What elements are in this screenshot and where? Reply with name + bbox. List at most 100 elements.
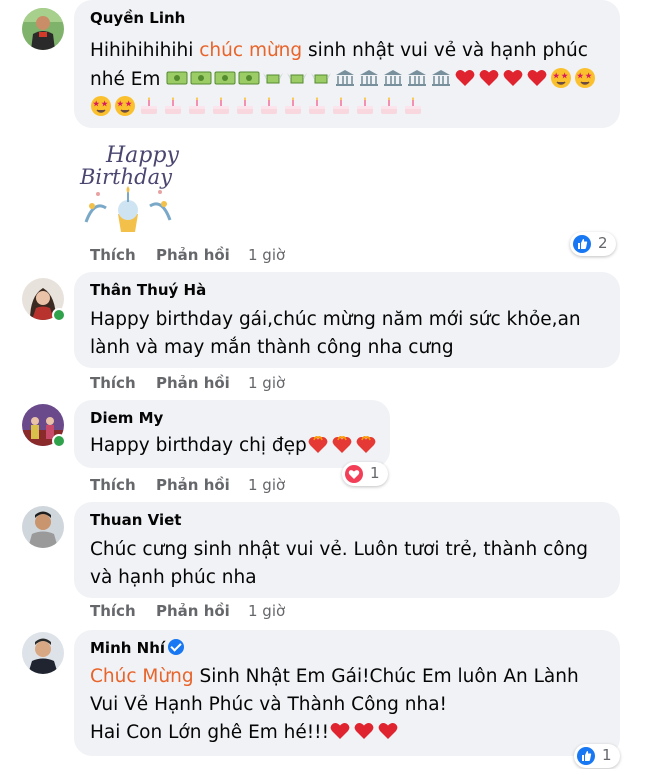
emoji-row [307, 435, 379, 456]
like-link[interactable]: Thích [90, 602, 136, 620]
star-struck-icon [575, 68, 596, 88]
timestamp[interactable]: 1 giờ [248, 476, 285, 494]
money-icon [190, 71, 212, 85]
heart-icon [479, 70, 499, 86]
reaction-summary[interactable]: 1 [342, 462, 388, 486]
comment-text-line: nhé Em [90, 66, 598, 94]
emoji-row [329, 722, 401, 743]
cake-icon [309, 97, 325, 114]
cake-icon [261, 97, 277, 114]
reply-link[interactable]: Phản hồi [156, 476, 230, 494]
money-with-wings-icon [311, 73, 332, 84]
reaction-count: 1 [602, 746, 612, 764]
like-link[interactable]: Thích [90, 476, 136, 494]
reaction-count: 1 [370, 464, 380, 482]
emoji-row [90, 96, 426, 118]
comment-author[interactable]: Thân Thuý Hà [90, 281, 206, 299]
star-struck-icon [115, 96, 135, 116]
cake-icon [237, 97, 253, 114]
highlighted-text: chúc mừng [199, 40, 303, 61]
comment-emoji-line [90, 94, 426, 122]
comment-text-line: Hihihihihihi chúc mừng sinh nhật vui vẻ … [90, 37, 588, 65]
timestamp[interactable]: 1 giờ [248, 374, 285, 392]
heart-on-fire-icon [356, 436, 376, 453]
money-icon [238, 71, 260, 85]
heart-icon [455, 70, 475, 86]
reaction-summary[interactable]: 1 [574, 744, 620, 768]
avatar[interactable] [22, 506, 64, 548]
reply-link[interactable]: Phản hồi [156, 602, 230, 620]
cake-icon [165, 97, 181, 114]
text-segment: Happy birthday chị đẹp [90, 435, 307, 456]
heart-icon [354, 723, 374, 739]
avatar[interactable] [22, 8, 64, 50]
emoji-row [166, 68, 598, 90]
cake-icon [357, 97, 373, 114]
comment-text-line: lành và may mắn thành công nha cưng [90, 337, 454, 358]
author-name: Minh Nhí [90, 639, 166, 657]
like-reaction-icon [573, 235, 591, 253]
reaction-summary[interactable]: 2 [570, 232, 616, 256]
highlighted-text: Chúc Mừng [90, 666, 194, 687]
love-reaction-icon [345, 465, 363, 483]
text-segment: sinh nhật vui vẻ và hạnh phúc [302, 40, 588, 61]
text-segment: Hihihihihihi [90, 40, 200, 61]
like-link[interactable]: Thích [90, 246, 136, 264]
star-struck-icon [551, 68, 572, 88]
reaction-count: 2 [598, 234, 608, 252]
comment-text-line: Vui Vẻ Hạnh Phúc và Thành Công nha! [90, 694, 447, 715]
reply-link[interactable]: Phản hồi [156, 374, 230, 392]
sticker-text-birthday: Birthday [79, 165, 173, 189]
money-with-wings-icon [263, 73, 284, 84]
comment-text-line: Chúc Mừng Sinh Nhật Em Gái!Chúc Em luôn … [90, 663, 579, 691]
comment-bubble: Thuan Viet Chúc cưng sinh nhật vui vẻ. L… [74, 502, 620, 598]
reply-link[interactable]: Phản hồi [156, 246, 230, 264]
star-struck-icon [91, 96, 111, 116]
comment-text-line: Chúc cưng sinh nhật vui vẻ. Luôn tươi tr… [90, 539, 589, 560]
like-reaction-icon [577, 747, 595, 765]
money-icon [214, 71, 236, 85]
comment-author[interactable]: Diem My [90, 409, 163, 427]
cake-icon [141, 97, 157, 114]
bank-icon [384, 70, 403, 86]
bank-icon [432, 70, 451, 86]
heart-on-fire-icon [308, 436, 328, 453]
timestamp[interactable]: 1 giờ [248, 246, 285, 264]
timestamp[interactable]: 1 giờ [248, 602, 285, 620]
bank-icon [336, 70, 355, 86]
text-segment: Hai Con Lớn ghê Em hé!!! [90, 722, 330, 743]
text-segment: nhé Em [90, 69, 161, 90]
cake-icon [285, 97, 301, 114]
heart-icon [330, 723, 350, 739]
comment-text-line: và hạnh phúc nha [90, 567, 257, 588]
comment-bubble: Diem My Happy birthday chị đẹp [74, 400, 390, 468]
money-icon [166, 71, 188, 85]
cake-icon [213, 97, 229, 114]
comment-bubble: Quyền Linh Hihihihihihi chúc mừng sinh n… [74, 0, 620, 128]
comment-text-line: Hai Con Lớn ghê Em hé!!! [90, 719, 401, 747]
birthday-sticker[interactable]: Happy Birthday [76, 136, 180, 238]
text-segment: Sinh Nhật Em Gái!Chúc Em luôn An Lành [193, 666, 579, 687]
comment-author[interactable]: Minh Nhí [90, 639, 185, 657]
comment-author[interactable]: Quyền Linh [90, 9, 185, 27]
comment-bubble: Thân Thuý Hà Happy birthday gái,chúc mừn… [74, 272, 620, 368]
comment-bubble: Minh Nhí Chúc Mừng Sinh Nhật Em Gái!Chúc… [74, 630, 620, 756]
heart-on-fire-icon [332, 436, 352, 453]
bank-icon [408, 70, 427, 86]
money-with-wings-icon [287, 73, 308, 84]
comment-text-line: Happy birthday chị đẹp [90, 432, 379, 460]
cake-icon [381, 97, 397, 114]
cake-icon [405, 97, 421, 114]
bank-icon [360, 70, 379, 86]
verified-badge-icon [168, 639, 185, 655]
like-link[interactable]: Thích [90, 374, 136, 392]
heart-icon [527, 70, 547, 86]
heart-icon [503, 70, 523, 86]
comment-text-line: Happy birthday gái,chúc mừng năm mới sức… [90, 309, 581, 330]
avatar[interactable] [22, 632, 64, 674]
cake-icon [333, 97, 349, 114]
online-status-dot [52, 434, 66, 448]
comment-author[interactable]: Thuan Viet [90, 511, 181, 529]
cake-icon [189, 97, 205, 114]
online-status-dot [52, 308, 66, 322]
